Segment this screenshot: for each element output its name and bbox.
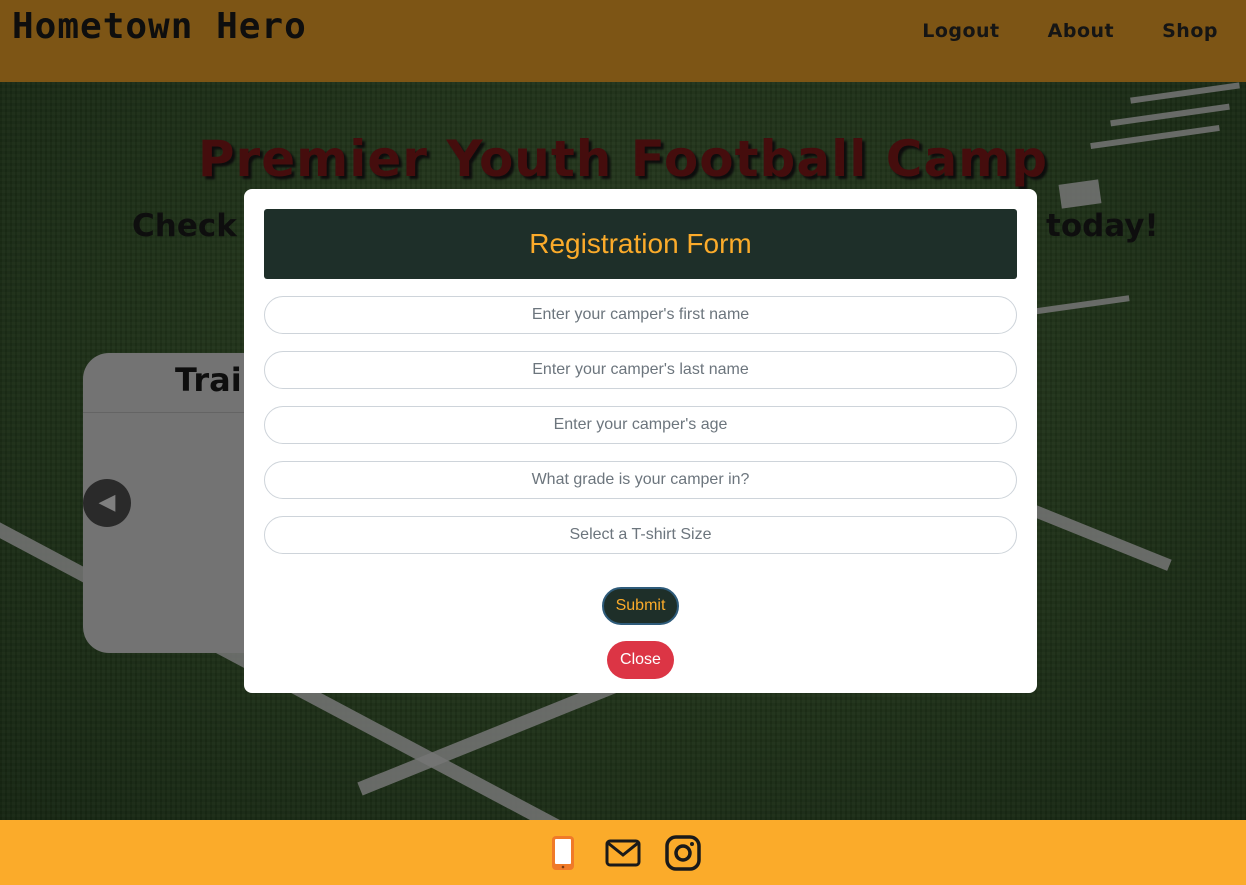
close-button[interactable]: Close <box>607 641 674 679</box>
age-input[interactable] <box>264 406 1017 444</box>
modal-header: Registration Form <box>264 209 1017 279</box>
mail-icon[interactable] <box>605 835 641 871</box>
phone-icon[interactable] <box>545 835 581 871</box>
modal-title: Registration Form <box>529 228 752 259</box>
tshirt-size-input[interactable] <box>264 516 1017 554</box>
instagram-icon[interactable] <box>665 834 701 871</box>
last-name-input[interactable] <box>264 351 1017 389</box>
first-name-input[interactable] <box>264 296 1017 334</box>
grade-input[interactable] <box>264 461 1017 499</box>
site-footer <box>0 820 1246 885</box>
submit-button[interactable]: Submit <box>602 587 679 625</box>
registration-modal: Registration Form Submit Close <box>244 189 1037 693</box>
